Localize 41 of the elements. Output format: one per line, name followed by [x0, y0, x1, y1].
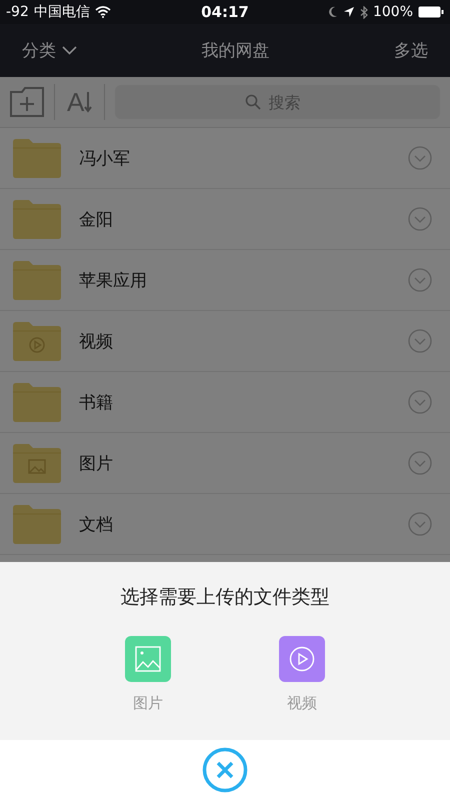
wifi-icon [94, 6, 111, 18]
expand-chevron-icon[interactable] [408, 451, 432, 475]
battery-icon [418, 6, 444, 18]
folder-icon [13, 199, 61, 239]
sheet-title: 选择需要上传的文件类型 [120, 585, 330, 610]
folder-icon [13, 260, 61, 300]
down-arrow-icon [84, 91, 92, 113]
folder-name[interactable]: 苹果应用 [79, 268, 408, 292]
folder-icon [13, 504, 61, 544]
bluetooth-icon [360, 6, 368, 18]
battery-percentage: 100% [372, 4, 413, 20]
location-arrow-icon [342, 6, 355, 18]
expand-chevron-icon[interactable] [408, 390, 432, 414]
video-folder-icon [13, 321, 61, 361]
folder-name[interactable]: 书籍 [79, 390, 408, 414]
chevron-down-icon [62, 46, 77, 55]
expand-chevron-icon[interactable] [408, 146, 432, 170]
signal-strength: -92 [6, 4, 29, 20]
category-dropdown[interactable]: 分类 [22, 39, 77, 62]
expand-chevron-icon[interactable] [408, 329, 432, 353]
search-icon [244, 94, 261, 110]
image-upload-option[interactable]: 图片 [125, 636, 171, 713]
expand-chevron-icon[interactable] [408, 207, 432, 231]
folder-name[interactable]: 视频 [79, 330, 408, 352]
close-button[interactable] [202, 747, 248, 793]
folder-icon [13, 382, 61, 422]
expand-chevron-icon[interactable] [408, 268, 432, 292]
folder-icon [13, 138, 61, 178]
expand-chevron-icon[interactable] [408, 512, 432, 536]
page-title: 我的网盘 [200, 40, 270, 62]
carrier-name: 中国电信 [34, 3, 90, 21]
folder-name[interactable]: 文档 [79, 512, 408, 536]
folder-name[interactable]: 冯小军 [79, 146, 408, 170]
folder-name[interactable]: 图片 [79, 452, 408, 474]
moon-icon [328, 6, 338, 18]
clock-time: 04:17 [201, 3, 249, 21]
new-folder-icon[interactable] [10, 87, 44, 117]
video-upload-option[interactable]: 视频 [279, 636, 325, 713]
image-folder-icon [13, 443, 61, 483]
folder-name[interactable]: 金阳 [79, 208, 408, 230]
multi-select-button[interactable]: 多选 [394, 39, 428, 62]
